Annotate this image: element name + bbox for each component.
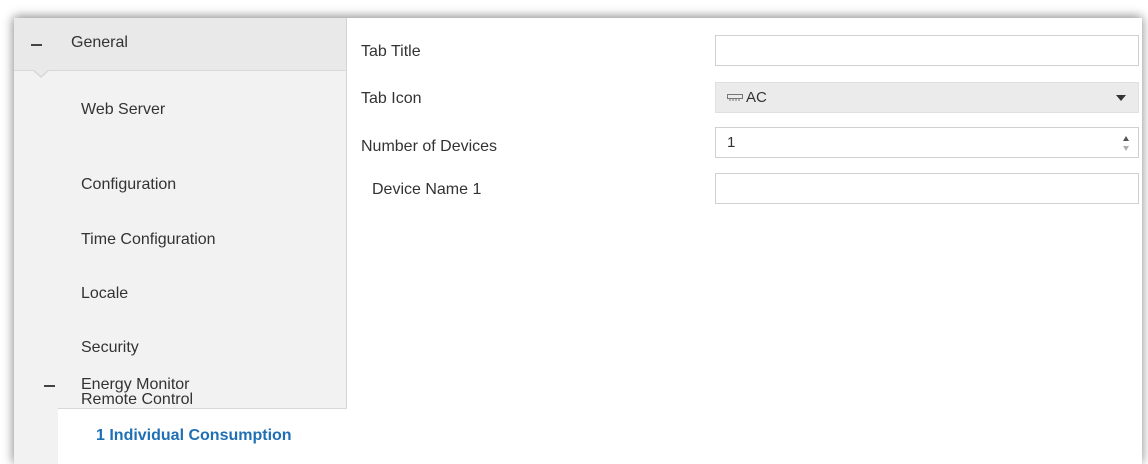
sidebar-item-label: Configuration: [81, 176, 177, 193]
number-of-devices-label: Number of Devices: [361, 138, 498, 155]
sidebar-item-time-configuration[interactable]: Time Configuration: [14, 218, 346, 264]
sidebar-header-label: General: [71, 34, 128, 51]
sidebar-item-label: Time Configuration: [81, 231, 216, 248]
tab-icon-label: Tab Icon: [361, 90, 422, 107]
sidebar-item-configuration[interactable]: Configuration: [14, 163, 346, 209]
tab-title-label: Tab Title: [361, 43, 421, 60]
collapse-minus-icon[interactable]: [31, 44, 42, 46]
ac-unit-icon: [727, 94, 743, 101]
sidebar: General Web Server Configuration Time Co…: [14, 18, 347, 464]
sidebar-header-general[interactable]: General: [14, 18, 346, 78]
sidebar-item-label: Security: [81, 339, 139, 356]
tab-icon-value: AC: [746, 89, 767, 106]
sidebar-item-label: Locale: [81, 285, 129, 302]
sidebar-group-label: Energy Monitor: [81, 376, 190, 393]
sidebar-item-web-server[interactable]: Web Server: [14, 88, 346, 134]
sidebar-item-locale[interactable]: Locale: [14, 272, 346, 318]
device-name-1-input[interactable]: [715, 173, 1139, 204]
tab-icon-select[interactable]: AC: [715, 82, 1139, 113]
device-name-1-label: Device Name 1: [372, 181, 482, 198]
settings-window: General Web Server Configuration Time Co…: [14, 18, 1142, 464]
sidebar-item-individual-consumption[interactable]: 1 Individual Consumption: [58, 408, 347, 464]
dropdown-arrow-icon[interactable]: [1116, 95, 1126, 101]
spin-up-icon[interactable]: [1123, 136, 1129, 141]
sidebar-item-label: Web Server: [81, 101, 166, 118]
collapse-minus-icon[interactable]: [44, 385, 55, 387]
header-caret-icon: [32, 69, 50, 78]
spin-down-icon[interactable]: [1123, 146, 1129, 151]
tab-title-input[interactable]: [715, 35, 1139, 66]
number-of-devices-value: 1: [727, 134, 736, 151]
sidebar-group-energy-monitor[interactable]: Energy Monitor: [14, 363, 346, 409]
number-of-devices-stepper[interactable]: 1: [715, 127, 1139, 158]
sidebar-selected-label: 1 Individual Consumption: [96, 427, 292, 444]
